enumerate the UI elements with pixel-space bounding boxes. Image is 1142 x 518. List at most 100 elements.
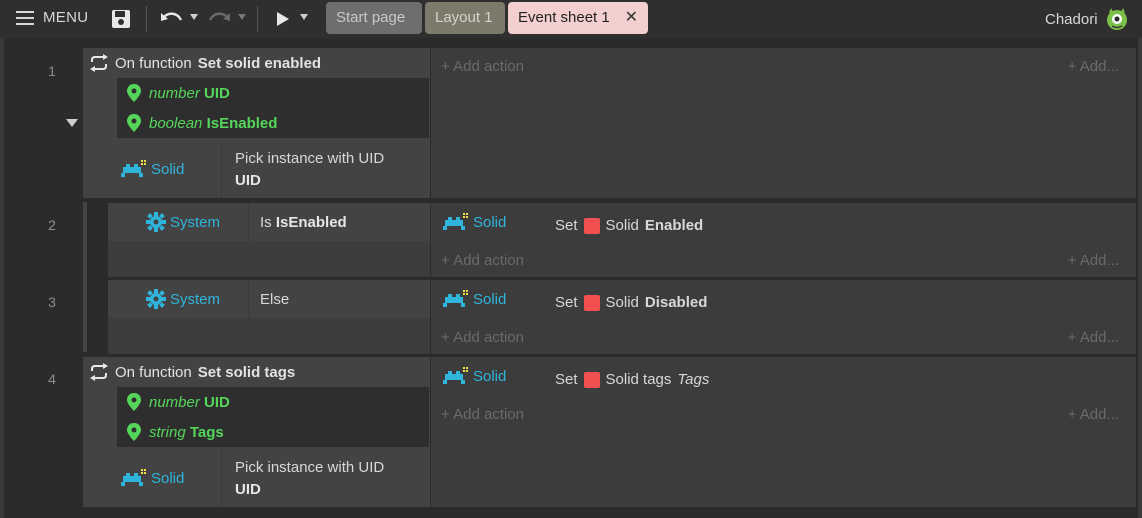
action-prefix: Set <box>555 294 578 311</box>
function-name: Set solid enabled <box>197 54 322 72</box>
tab-layout-1[interactable]: Layout 1 <box>425 2 505 34</box>
add-more-label: Add... <box>1079 329 1119 346</box>
action-text[interactable]: Set Solid tags Tags <box>555 371 709 388</box>
condition-line: Pick instance with UID <box>235 150 385 167</box>
function-loop-icon <box>90 54 108 72</box>
redo-dropdown-icon[interactable] <box>238 14 246 20</box>
action-target: Solid tags <box>605 371 672 388</box>
solid-behavior-icon <box>121 160 146 177</box>
instance-variable-icon <box>583 371 600 388</box>
action-text[interactable]: Set Solid Disabled <box>555 294 707 311</box>
tab-label: Start page <box>336 9 406 26</box>
condition-param: UID <box>235 481 261 498</box>
object-name: Solid <box>473 367 507 385</box>
add-action-button[interactable]: + Add action <box>441 329 524 346</box>
event-sheet: 1 On function Set solid enabled number U… <box>4 38 1138 518</box>
object-name: System <box>170 290 221 308</box>
sub-event-indent-bar <box>83 202 87 352</box>
action-object[interactable]: Solid <box>443 290 506 308</box>
divider <box>542 203 543 243</box>
tab-event-sheet-1[interactable]: Event sheet 1 ✕ <box>508 2 648 34</box>
toolbar-divider <box>146 6 147 32</box>
add-action-button[interactable]: + Add action <box>441 406 524 423</box>
action-target: Solid <box>605 294 639 311</box>
pin-icon <box>127 393 141 411</box>
action-text[interactable]: Set Solid Enabled <box>555 217 703 234</box>
divider <box>542 280 543 320</box>
param-row[interactable]: number UID <box>117 78 429 108</box>
save-icon[interactable] <box>111 9 131 29</box>
divider <box>542 357 543 397</box>
user-name[interactable]: Chadori <box>1045 11 1098 28</box>
play-icon[interactable] <box>276 11 290 27</box>
condition-block[interactable]: System Else <box>108 280 430 354</box>
param-name: UID <box>204 393 230 411</box>
action-prefix: Set <box>555 217 578 234</box>
param-name: Tags <box>189 423 224 441</box>
add-more-label: Add... <box>1079 58 1119 75</box>
function-loop-icon <box>90 363 108 381</box>
condition-text[interactable]: Pick instance with UID UID <box>235 457 384 501</box>
function-name: Set solid tags <box>197 363 296 381</box>
condition-param: UID <box>235 172 261 189</box>
param-row[interactable]: string Tags <box>117 417 429 447</box>
tab-start-page[interactable]: Start page <box>326 2 422 34</box>
tab-label: Event sheet 1 <box>518 9 610 26</box>
action-prefix: Set <box>555 371 578 388</box>
redo-icon[interactable] <box>207 10 231 28</box>
add-action-label: Add action <box>453 252 524 269</box>
param-type: string <box>149 423 186 441</box>
event-number: 1 <box>48 63 56 79</box>
add-more-button[interactable]: + Add... <box>1068 252 1119 269</box>
action-param: Disabled <box>644 294 708 311</box>
close-icon[interactable]: ✕ <box>625 2 638 34</box>
add-action-button[interactable]: + Add action <box>441 252 524 269</box>
solid-behavior-icon <box>443 213 468 230</box>
divider <box>221 140 222 198</box>
actions-column: + Add action + Add... <box>431 48 1136 198</box>
event-number: 3 <box>48 294 56 310</box>
condition-text[interactable]: Pick instance with UID UID <box>235 148 384 192</box>
condition-text[interactable]: Else <box>260 289 289 311</box>
add-action-label: Add action <box>453 406 524 423</box>
condition-block[interactable]: System Is IsEnabled <box>108 203 430 277</box>
add-action-button[interactable]: + Add action <box>441 58 524 75</box>
add-more-button[interactable]: + Add... <box>1068 406 1119 423</box>
toolbar: MENU Start page Layout 1 Event sheet 1 ✕… <box>0 0 1142 38</box>
add-action-label: Add action <box>453 329 524 346</box>
hamburger-icon <box>16 10 34 25</box>
function-prefix: On function <box>115 54 192 72</box>
condition-object[interactable]: Solid <box>121 160 184 178</box>
avatar[interactable] <box>1105 7 1129 31</box>
collapse-arrow-icon[interactable] <box>66 119 78 127</box>
menu-button[interactable]: MENU <box>16 9 88 26</box>
add-more-button[interactable]: + Add... <box>1068 58 1119 75</box>
play-dropdown-icon[interactable] <box>300 14 308 20</box>
add-more-label: Add... <box>1079 406 1119 423</box>
param-row[interactable]: boolean IsEnabled <box>117 108 429 138</box>
object-name: Solid <box>151 469 185 487</box>
condition-line: Pick instance with UID <box>235 459 385 476</box>
function-block[interactable]: On function Set solid tags number UID st… <box>83 357 430 507</box>
object-name: Solid <box>473 213 507 231</box>
action-object[interactable]: Solid <box>443 213 506 231</box>
solid-behavior-icon <box>443 367 468 384</box>
function-header: On function Set solid tags <box>89 363 295 381</box>
action-object[interactable]: Solid <box>443 367 506 385</box>
undo-dropdown-icon[interactable] <box>190 14 198 20</box>
condition-text[interactable]: Is IsEnabled <box>260 212 347 234</box>
condition-object[interactable]: Solid <box>121 469 184 487</box>
divider <box>248 280 249 318</box>
param-row[interactable]: number UID <box>117 387 429 417</box>
toolbar-divider <box>257 6 258 32</box>
action-param: Tags <box>677 371 710 388</box>
undo-icon[interactable] <box>160 10 184 28</box>
function-block[interactable]: On function Set solid enabled number UID… <box>83 48 430 198</box>
pin-icon <box>127 84 141 102</box>
event-number: 4 <box>48 371 56 387</box>
param-type: number <box>149 393 200 411</box>
add-more-button[interactable]: + Add... <box>1068 329 1119 346</box>
tab-label: Layout 1 <box>435 9 493 26</box>
condition-object[interactable]: System <box>146 212 220 232</box>
condition-object[interactable]: System <box>146 289 220 309</box>
